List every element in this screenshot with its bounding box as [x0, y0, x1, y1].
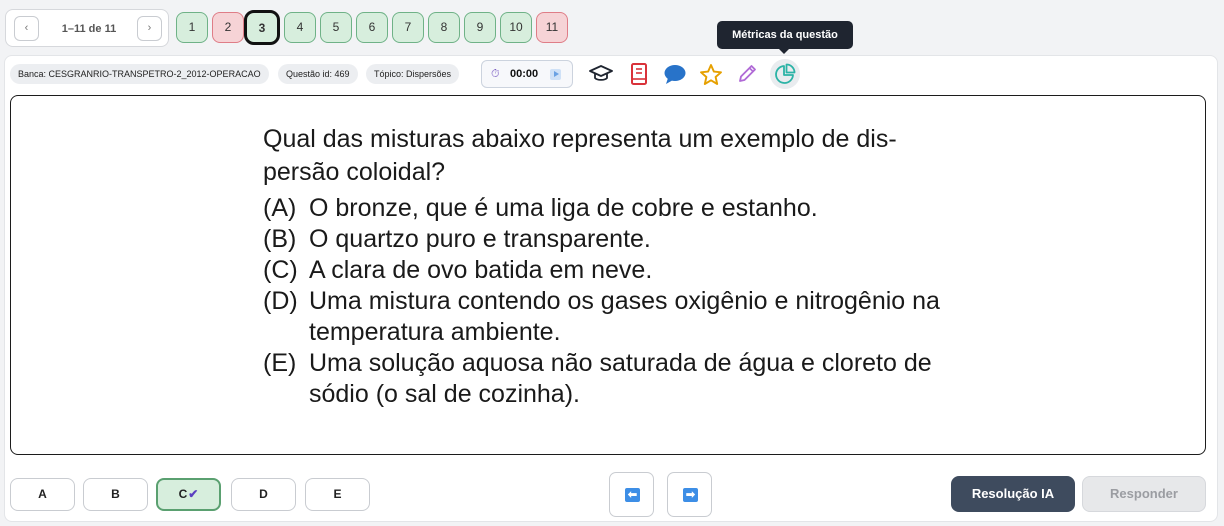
pie-chart-icon[interactable] [770, 59, 800, 89]
next-question-button[interactable]: ➡ [667, 472, 712, 517]
option-b: (B) O quartzo puro e transparente. [263, 224, 953, 255]
metrics-tooltip: Métricas da questão [717, 21, 853, 54]
option-c: (C) A clara de ovo batida em neve. [263, 255, 953, 286]
question-id-chip: Questão id: 469 [278, 64, 358, 84]
question-button-6[interactable]: 6 [356, 12, 388, 43]
comment-icon[interactable] [662, 61, 688, 87]
answer-b-button[interactable]: B [83, 478, 148, 511]
answer-a-button[interactable]: A [10, 478, 75, 511]
option-letter: (B) [263, 225, 297, 253]
check-icon: ✔ [188, 487, 199, 501]
answer-c-button[interactable]: C✔ [156, 478, 221, 511]
timer: ⏱ 00:00 [481, 60, 573, 88]
answer-d-button[interactable]: D [231, 478, 296, 511]
question-button-1[interactable]: 1 [176, 12, 208, 43]
option-letter: (A) [263, 194, 297, 222]
play-icon[interactable] [550, 69, 561, 80]
topic-chip: Tópico: Dispersões [366, 64, 460, 84]
stem-line-1: Qual das misturas abaixo representa um e… [263, 125, 897, 153]
question-button-10[interactable]: 10 [500, 12, 532, 43]
question-button-11[interactable]: 11 [536, 12, 568, 43]
question-text: Qual das misturas abaixo representa um e… [263, 123, 953, 410]
previous-question-button[interactable]: ⬅ [609, 472, 654, 517]
question-button-5[interactable]: 5 [320, 12, 352, 43]
option-text: O bronze, que é uma liga de cobre e esta… [309, 194, 818, 222]
option-text: Uma mistura contendo os gases oxigênio e… [309, 287, 940, 346]
next-page-button[interactable]: › [137, 16, 162, 41]
option-text: Uma solução aquosa não saturada de água … [309, 349, 932, 408]
option-letter: (E) [263, 349, 297, 377]
answer-c-label: C [178, 487, 188, 501]
book-icon[interactable] [626, 61, 652, 87]
option-a: (A) O bronze, que é uma liga de cobre e … [263, 193, 953, 224]
timer-value: 00:00 [510, 68, 539, 80]
option-text: A clara de ovo batida em neve. [309, 256, 653, 284]
pencil-icon[interactable] [734, 61, 760, 87]
question-button-3[interactable]: 3 [244, 10, 280, 45]
star-icon[interactable] [698, 61, 724, 87]
question-button-2[interactable]: 2 [212, 12, 244, 43]
option-e: (E) Uma solução aquosa não saturada de á… [263, 348, 953, 410]
question-button-7[interactable]: 7 [392, 12, 424, 43]
option-letter: (C) [263, 256, 298, 284]
graduation-cap-icon[interactable] [588, 61, 614, 87]
stem-line-2: persão coloidal? [263, 158, 446, 186]
option-letter: (D) [263, 287, 298, 315]
page-count: 1–11 de 11 [61, 23, 117, 35]
arrow-right-icon: ➡ [683, 488, 698, 502]
prev-page-button[interactable]: ‹ [14, 16, 39, 41]
question-button-4[interactable]: 4 [284, 12, 316, 43]
question-button-9[interactable]: 9 [464, 12, 496, 43]
option-text: O quartzo puro e transparente. [309, 225, 651, 253]
stopwatch-icon: ⏱ [491, 68, 500, 80]
arrow-left-icon: ⬅ [625, 488, 640, 502]
respond-button[interactable]: Responder [1082, 476, 1206, 512]
answer-e-button[interactable]: E [305, 478, 370, 511]
pagination: ‹ 1–11 de 11 › [5, 9, 169, 47]
banca-chip: Banca: CESGRANRIO-TRANSPETRO-2_2012-OPER… [10, 64, 269, 84]
question-button-8[interactable]: 8 [428, 12, 460, 43]
option-d: (D) Uma mistura contendo os gases oxigên… [263, 286, 953, 348]
question-stem: Qual das misturas abaixo representa um e… [263, 123, 953, 189]
ai-resolution-button[interactable]: Resolução IA [951, 476, 1075, 512]
